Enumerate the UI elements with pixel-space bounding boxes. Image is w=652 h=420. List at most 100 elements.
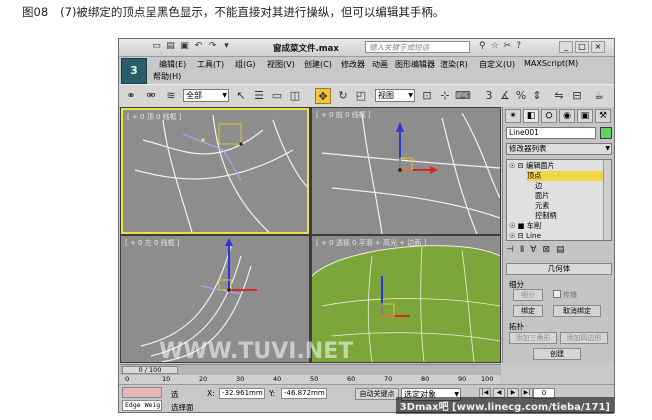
viewport-top[interactable]: [ + 0 顶 0 线框 ] xyxy=(121,108,309,234)
window-crossing-icon[interactable]: ◫ xyxy=(287,88,303,104)
make-unique-icon[interactable]: ∀ xyxy=(530,245,536,255)
save-icon[interactable]: ▣ xyxy=(179,41,190,52)
viewport-label[interactable]: [ + 0 顶 0 线框 ] xyxy=(127,112,182,122)
binoculars-icon[interactable]: ⚲ xyxy=(479,41,486,51)
viewport-label[interactable]: [ + 0 左 0 线框 ] xyxy=(125,238,180,248)
star-icon[interactable]: ☆ xyxy=(491,41,499,51)
project-folder-icon[interactable]: ▾ xyxy=(221,41,232,52)
menu-create[interactable]: 创建(C) xyxy=(304,59,332,70)
percent-snap-icon[interactable]: % xyxy=(513,88,529,104)
add-quad-button[interactable]: 添加四边形 xyxy=(560,332,608,344)
menu-rendering[interactable]: 渲染(R) xyxy=(440,59,468,70)
search-input[interactable]: 键入关键字或短语 xyxy=(365,41,470,53)
undo-icon[interactable]: ↶ xyxy=(193,41,204,52)
x-coord-field[interactable]: -32.961mm xyxy=(219,388,265,399)
stack-item-handle[interactable]: 控制柄 xyxy=(535,211,611,221)
stack-item-lathe[interactable]: ☉ ■ 车削 xyxy=(509,221,607,231)
bind-button[interactable]: 绑定 xyxy=(513,305,543,317)
figure-text: (7)被绑定的顶点呈黑色显示，不能直接对其进行操纵，但可以编辑其手柄。 xyxy=(60,5,445,19)
stack-item-line-vertex[interactable]: 顶点 xyxy=(527,240,612,241)
modifier-list-dropdown[interactable]: 修改器列表 xyxy=(506,143,612,155)
watermark-site: 3Dmax吧 [www.linecg.com/tieba/171] xyxy=(395,397,614,414)
help-icon[interactable]: ? xyxy=(516,41,521,51)
configure-modifier-icon[interactable]: ▤ xyxy=(556,245,565,255)
menu-animation[interactable]: 动画 xyxy=(372,59,388,70)
remove-modifier-icon[interactable]: ⊠ xyxy=(542,245,550,255)
menu-tools[interactable]: 工具(T) xyxy=(197,59,224,70)
minimize-button[interactable]: _ xyxy=(559,41,573,53)
maxscript-mini-listener[interactable]: Edge Weig xyxy=(122,400,162,411)
maximize-button[interactable]: □ xyxy=(575,41,589,53)
wireframe-top xyxy=(123,110,307,232)
object-name-field[interactable]: Line001 xyxy=(506,127,596,139)
rect-selection-icon[interactable]: ▭ xyxy=(269,88,285,104)
stack-item-edge[interactable]: 边 xyxy=(535,181,611,191)
time-slider[interactable]: 0 / 100 xyxy=(122,366,178,374)
maxscript-listener-swatch[interactable] xyxy=(122,387,162,398)
reference-coordinate-dropdown[interactable]: 视图 xyxy=(375,89,415,102)
ruler-tick: 60 xyxy=(347,375,356,383)
close-button[interactable]: × xyxy=(591,41,605,53)
display-tab-icon[interactable]: ▣ xyxy=(577,109,593,123)
menu-modifiers[interactable]: 修改器 xyxy=(341,59,365,70)
menu-group[interactable]: 组(G) xyxy=(235,59,255,70)
stack-scrollbar[interactable] xyxy=(603,160,611,240)
select-manipulate-icon[interactable]: ⊹ xyxy=(437,88,453,104)
time-slider-track[interactable]: 0 / 100 xyxy=(120,364,501,375)
redo-icon[interactable]: ↷ xyxy=(207,41,218,52)
render-icon[interactable]: ☕ xyxy=(591,88,607,104)
rotate-icon[interactable]: ↻ xyxy=(335,88,351,104)
tools-icon[interactable]: ✂ xyxy=(504,41,512,51)
stack-item-edit-patch[interactable]: ☉ ⊟ 编辑面片 xyxy=(509,161,607,171)
keyboard-shortcut-icon[interactable]: ⌨ xyxy=(455,88,471,104)
pivot-center-icon[interactable]: ⊡ xyxy=(419,88,435,104)
stack-item-patch[interactable]: 面片 xyxy=(535,191,611,201)
create-button[interactable]: 创建 xyxy=(533,348,581,360)
add-triangle-button[interactable]: 添加三角形 xyxy=(509,332,557,344)
utilities-tab-icon[interactable]: ⚒ xyxy=(595,109,611,123)
stack-toolbar: ⊣ Ⅱ ∀ ⊠ ▤ xyxy=(506,245,565,255)
motion-tab-icon[interactable]: ◉ xyxy=(559,109,575,123)
link-icon[interactable]: ⚭ xyxy=(123,88,139,104)
bind-spacewarp-icon[interactable]: ≋ xyxy=(163,88,179,104)
track-bar-ruler[interactable]: 0 10 20 30 40 50 60 70 80 90 100 xyxy=(119,375,500,384)
select-by-name-icon[interactable]: ☰ xyxy=(251,88,267,104)
show-end-result-icon[interactable]: Ⅱ xyxy=(520,245,524,255)
hierarchy-tab-icon[interactable]: ⛭ xyxy=(541,109,557,123)
create-tab-icon[interactable]: ✶ xyxy=(505,109,521,123)
menu-graph-editors[interactable]: 图形编辑器 xyxy=(395,59,435,70)
y-coord-field[interactable]: -46.872mm xyxy=(281,388,327,399)
move-icon[interactable]: ✥ xyxy=(315,88,331,104)
spinner-snap-icon[interactable]: ⇕ xyxy=(529,88,545,104)
subdivide-button[interactable]: 细分 xyxy=(513,289,543,301)
mirror-icon[interactable]: ⇋ xyxy=(551,88,567,104)
viewport-label[interactable]: [ + 0 前 0 线框 ] xyxy=(316,110,371,120)
auto-key-button[interactable]: 自动关键点 xyxy=(355,388,399,400)
menu-maxscript[interactable]: MAXScript(M) xyxy=(524,59,578,68)
unbind-button[interactable]: 取消绑定 xyxy=(553,305,601,317)
viewport-background xyxy=(123,110,307,232)
snaps-toggle-icon[interactable]: 3 xyxy=(481,88,497,104)
stack-item-element[interactable]: 元素 xyxy=(535,201,611,211)
selection-filter-dropdown[interactable]: 全部 xyxy=(183,89,229,102)
select-object-icon[interactable]: ↖ xyxy=(233,88,249,104)
angle-snap-icon[interactable]: ∡ xyxy=(497,88,513,104)
viewport-front[interactable]: [ + 0 前 0 线框 ] xyxy=(312,108,500,234)
propagate-checkbox[interactable]: 传播 xyxy=(553,290,577,300)
geometry-rollout-header[interactable]: 几何体 xyxy=(506,263,612,275)
stack-item-vertex[interactable]: 顶点 xyxy=(527,171,607,181)
new-file-icon[interactable]: ▭ xyxy=(151,41,162,52)
menu-views[interactable]: 视图(V) xyxy=(267,59,295,70)
menu-help[interactable]: 帮助(H) xyxy=(153,71,181,82)
scale-icon[interactable]: ◰ xyxy=(353,88,369,104)
app-logo-icon[interactable]: 3 xyxy=(121,58,147,84)
unlink-icon[interactable]: ⚮ xyxy=(143,88,159,104)
menu-edit[interactable]: 编辑(E) xyxy=(159,59,186,70)
modify-tab-icon[interactable]: ◧ xyxy=(523,109,539,123)
viewport-label[interactable]: [ + 0 透视 0 平滑 + 高光 + 边面 ] xyxy=(316,238,426,248)
open-file-icon[interactable]: ▤ xyxy=(165,41,176,52)
align-icon[interactable]: ⊟ xyxy=(569,88,585,104)
pin-stack-icon[interactable]: ⊣ xyxy=(506,245,514,255)
object-color-swatch[interactable] xyxy=(600,127,612,139)
menu-customize[interactable]: 自定义(U) xyxy=(479,59,515,70)
